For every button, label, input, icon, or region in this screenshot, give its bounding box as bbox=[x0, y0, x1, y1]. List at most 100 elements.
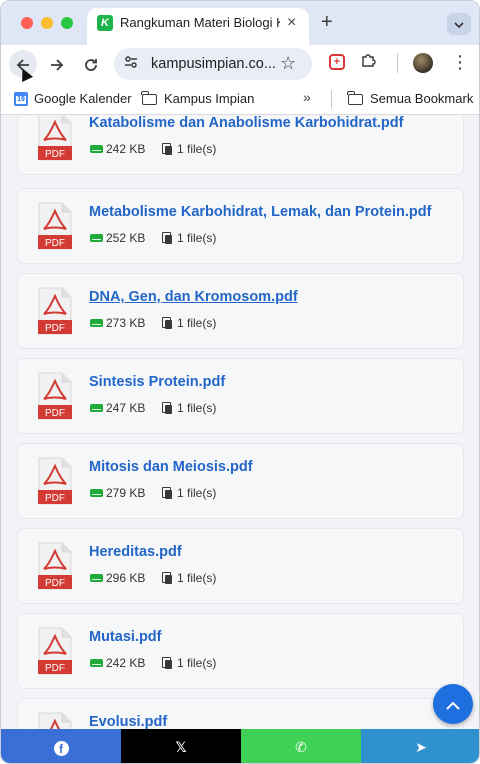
pdf-file-icon: PDF bbox=[38, 116, 72, 161]
pdf-file-icon: PDF bbox=[38, 542, 72, 590]
file-count: 1 file(s) bbox=[177, 231, 217, 245]
toolbar-divider bbox=[397, 53, 398, 73]
bookmark-google-kalender[interactable]: Google Kalender bbox=[34, 90, 132, 107]
file-count-icon bbox=[162, 657, 173, 669]
file-count-icon bbox=[162, 487, 173, 499]
file-count: 1 file(s) bbox=[177, 571, 217, 585]
bookmark-kampus-impian[interactable]: Kampus Impian bbox=[164, 90, 254, 107]
address-bar[interactable]: kampusimpian.co... ☆ bbox=[114, 48, 312, 80]
share-x-button[interactable]: 𝕏 bbox=[121, 729, 241, 763]
file-link[interactable]: Metabolisme Karbohidrat, Lemak, dan Prot… bbox=[89, 203, 431, 221]
file-size: 247 KB bbox=[106, 401, 146, 415]
new-tab-button[interactable]: + bbox=[321, 11, 333, 33]
file-link[interactable]: Mitosis dan Meiosis.pdf bbox=[89, 458, 253, 476]
minimize-window-button[interactable] bbox=[41, 17, 53, 29]
bookmarks-bar: 19 Google Kalender Kampus Impian » Semua… bbox=[1, 83, 479, 115]
file-size-icon bbox=[90, 145, 103, 153]
chevron-down-icon bbox=[454, 22, 464, 28]
scroll-to-top-button[interactable] bbox=[433, 684, 473, 724]
file-size: 242 KB bbox=[106, 656, 146, 670]
arrow-right-icon bbox=[51, 58, 64, 71]
file-size-icon bbox=[90, 404, 103, 412]
pdf-file-icon: PDF bbox=[38, 457, 72, 505]
file-count: 1 file(s) bbox=[177, 316, 217, 330]
pdf-badge-text: PDF bbox=[45, 493, 65, 504]
x-icon: 𝕏 bbox=[175, 739, 187, 755]
pdf-file-icon: PDF bbox=[38, 202, 72, 250]
pdf-badge-text: PDF bbox=[45, 663, 65, 674]
whatsapp-icon: ✆ bbox=[295, 739, 307, 755]
forward-button[interactable] bbox=[44, 52, 70, 76]
pdf-file-icon: PDF bbox=[38, 712, 72, 729]
file-count: 1 file(s) bbox=[177, 486, 217, 500]
facebook-icon: f bbox=[53, 740, 69, 756]
file-count-icon bbox=[162, 232, 173, 244]
file-card: PDF Evolusi.pdf bbox=[17, 698, 464, 729]
file-count-icon bbox=[162, 317, 173, 329]
tab-title: Rangkuman Materi Biologi Kel bbox=[120, 15, 280, 30]
file-count-icon bbox=[162, 572, 173, 584]
share-whatsapp-button[interactable]: ✆ bbox=[241, 729, 361, 763]
site-favicon-icon: K bbox=[97, 15, 113, 31]
all-bookmarks-button[interactable]: Semua Bookmark bbox=[370, 90, 473, 107]
extensions-puzzle-icon[interactable] bbox=[361, 52, 377, 73]
file-link[interactable]: Katabolisme dan Anabolisme Karbohidrat.p… bbox=[89, 116, 403, 132]
file-size: 296 KB bbox=[106, 571, 146, 585]
file-size-icon bbox=[90, 319, 103, 327]
extension-red-icon[interactable]: + bbox=[329, 54, 345, 70]
chevron-up-icon bbox=[446, 701, 460, 710]
telegram-icon: ➤ bbox=[415, 739, 427, 755]
pdf-badge-text: PDF bbox=[45, 578, 65, 589]
browser-toolbar: kampusimpian.co... ☆ bbox=[1, 45, 479, 83]
share-facebook-button[interactable]: f bbox=[1, 729, 121, 763]
file-count: 1 file(s) bbox=[177, 656, 217, 670]
file-count-icon bbox=[162, 402, 173, 414]
file-link[interactable]: Mutasi.pdf bbox=[89, 628, 162, 646]
share-telegram-button[interactable]: ➤ bbox=[361, 729, 479, 763]
file-card: PDF Katabolisme dan Anabolisme Karbohidra… bbox=[17, 116, 464, 175]
pdf-file-icon: PDF bbox=[38, 287, 72, 335]
url-text: kampusimpian.co... bbox=[151, 56, 276, 72]
tab-strip: K Rangkuman Materi Biologi Kel × + bbox=[1, 1, 479, 45]
pdf-badge-text: PDF bbox=[45, 238, 65, 249]
tab-search-button[interactable] bbox=[447, 13, 471, 35]
pdf-badge-text: PDF bbox=[45, 408, 65, 419]
share-bar: f 𝕏 ✆ ➤ bbox=[1, 729, 479, 763]
file-count: 1 file(s) bbox=[177, 142, 217, 156]
reload-icon bbox=[85, 58, 97, 71]
bookmarks-overflow-button[interactable]: » bbox=[303, 89, 311, 105]
pdf-badge-text: PDF bbox=[45, 149, 65, 160]
file-size-icon bbox=[90, 489, 103, 497]
file-count: 1 file(s) bbox=[177, 401, 217, 415]
tab-close-icon[interactable]: × bbox=[287, 13, 296, 33]
file-link[interactable]: Evolusi.pdf bbox=[89, 713, 167, 729]
pdf-file-icon: PDF bbox=[38, 372, 72, 420]
folder-icon bbox=[141, 91, 157, 105]
site-settings-icon[interactable] bbox=[124, 55, 138, 72]
file-size: 242 KB bbox=[106, 142, 146, 156]
file-link[interactable]: Sintesis Protein.pdf bbox=[89, 373, 225, 391]
bookmark-star-icon[interactable]: ☆ bbox=[280, 53, 296, 73]
file-size: 279 KB bbox=[106, 486, 146, 500]
folder-icon bbox=[347, 91, 363, 105]
file-size: 252 KB bbox=[106, 231, 146, 245]
file-card: PDF Hereditas.pdf 296 KB 1 file(s) bbox=[17, 528, 464, 604]
pdf-file-icon: PDF bbox=[38, 627, 72, 675]
maximize-window-button[interactable] bbox=[61, 17, 73, 29]
file-card: PDF DNA, Gen, dan Kromosom.pdf 273 KB 1 fil… bbox=[17, 273, 464, 349]
file-card: PDF Metabolisme Karbohidrat, Lemak, dan P… bbox=[17, 188, 464, 264]
file-link[interactable]: Hereditas.pdf bbox=[89, 543, 182, 561]
close-window-button[interactable] bbox=[21, 17, 33, 29]
file-count-icon bbox=[162, 143, 173, 155]
more-menu-icon[interactable]: ⋮ bbox=[451, 51, 469, 73]
reload-button[interactable] bbox=[78, 52, 104, 76]
profile-avatar[interactable] bbox=[413, 53, 433, 73]
download-list: PDF Katabolisme dan Anabolisme Karbohidra… bbox=[1, 116, 479, 729]
file-card: PDF Mitosis dan Meiosis.pdf 279 KB 1 file(s… bbox=[17, 443, 464, 519]
calendar-icon: 19 bbox=[14, 92, 28, 106]
pdf-badge-text: PDF bbox=[45, 323, 65, 334]
active-tab[interactable]: K Rangkuman Materi Biologi Kel × bbox=[87, 8, 309, 45]
file-link[interactable]: DNA, Gen, dan Kromosom.pdf bbox=[89, 288, 298, 306]
browser-window: K Rangkuman Materi Biologi Kel × + kampu… bbox=[0, 0, 480, 764]
file-size-icon bbox=[90, 234, 103, 242]
